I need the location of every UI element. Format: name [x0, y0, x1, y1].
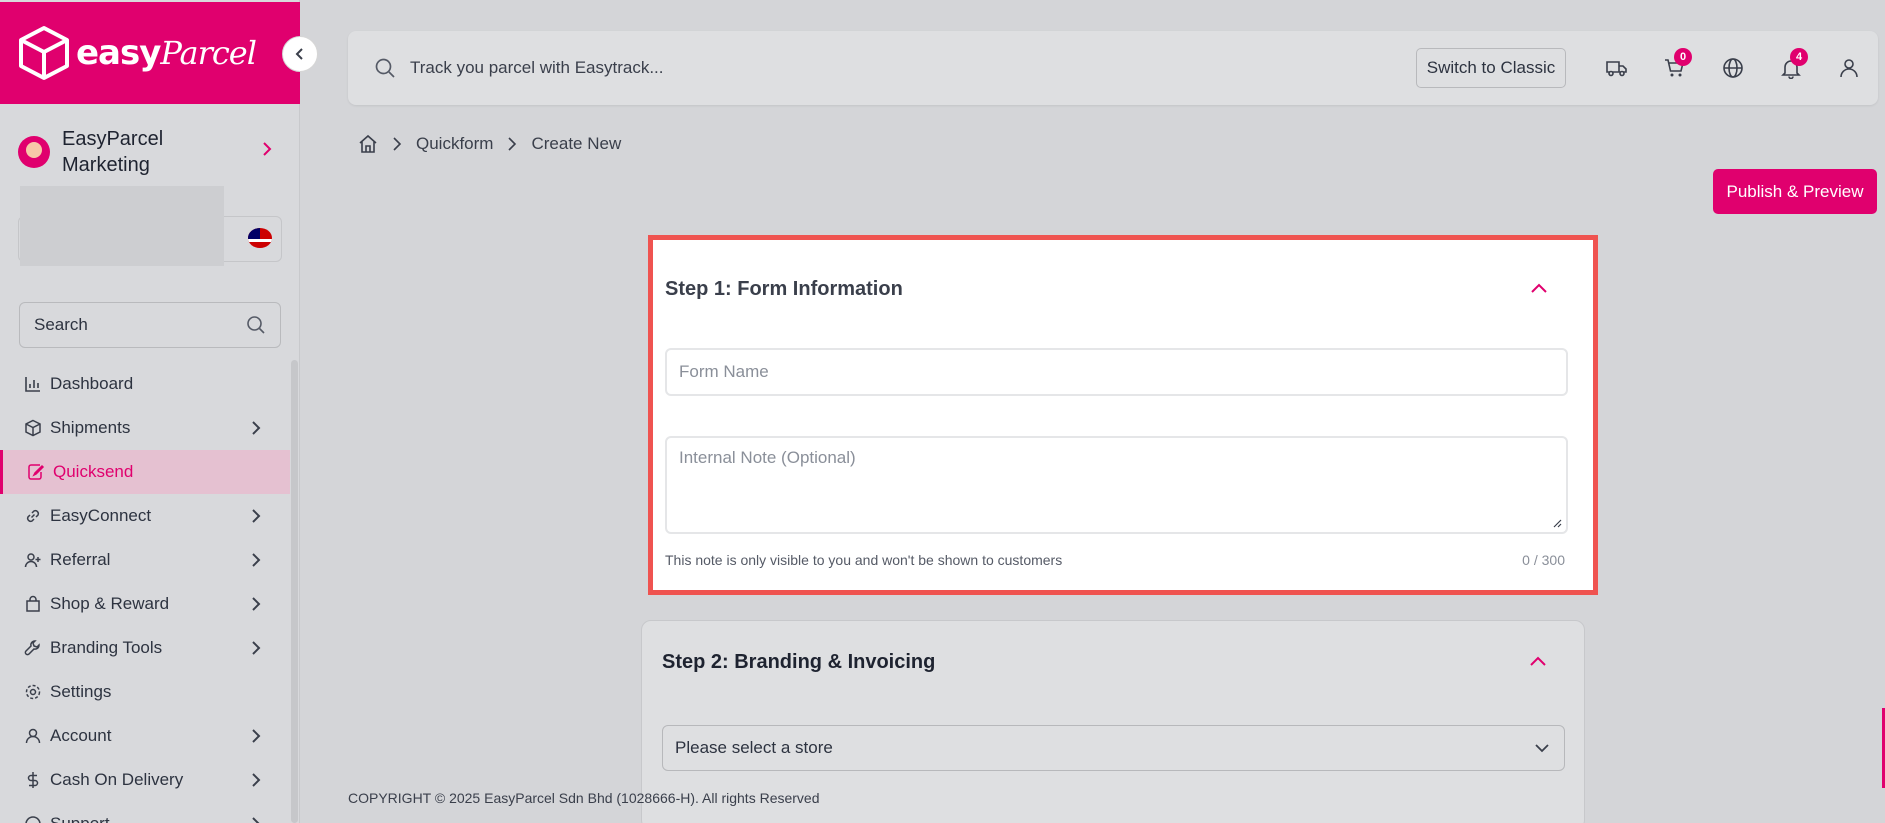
chevron-down-icon — [1535, 744, 1549, 753]
profile-name: EasyParcel Marketing — [62, 128, 164, 176]
sidebar-item-label: EasyConnect — [50, 506, 152, 525]
search-icon — [247, 316, 265, 334]
search-icon — [375, 58, 395, 78]
chevron-right-icon — [252, 421, 261, 435]
sidebar-item-quicksend[interactable]: Quicksend — [0, 450, 290, 494]
globe-icon — [1723, 58, 1743, 78]
breadcrumb-separator — [507, 136, 517, 152]
breadcrumb-separator — [392, 136, 402, 152]
sidebar-item-dashboard[interactable]: Dashboard — [0, 362, 290, 406]
chevron-up-icon[interactable] — [1529, 282, 1549, 294]
sidebar-item-label: Settings — [50, 682, 112, 701]
gear-icon — [24, 683, 42, 701]
topbar: Track you parcel with Easytrack... Switc… — [348, 31, 1878, 105]
chevron-right-icon — [263, 142, 272, 156]
note-char-count: 0 / 300 — [1522, 552, 1565, 568]
store-select-value: Please select a store — [675, 738, 833, 757]
sidebar-item-cash-on-delivery[interactable]: Cash On Delivery — [0, 758, 290, 802]
user-menu-button[interactable] — [1820, 48, 1878, 88]
sidebar-item-branding-tools[interactable]: Branding Tools — [0, 626, 290, 670]
sidebar-item-shipments[interactable]: Shipments — [0, 406, 290, 450]
internal-note-placeholder: Internal Note (Optional) — [679, 448, 856, 467]
form-name-input[interactable]: Form Name — [665, 348, 1568, 396]
breadcrumb-create-new: Create New — [531, 134, 622, 153]
sidebar-search-input[interactable]: Search — [19, 302, 281, 348]
link-icon — [24, 507, 42, 525]
redacted-block — [20, 186, 224, 266]
chevron-right-icon — [252, 553, 261, 567]
chart-icon — [24, 375, 42, 393]
user-plus-icon — [24, 551, 42, 569]
box-logo-icon — [19, 26, 69, 80]
sidebar-item-label: Support — [50, 814, 110, 823]
user-icon — [1840, 59, 1858, 78]
publish-preview-button[interactable]: Publish & Preview — [1713, 169, 1877, 214]
breadcrumb-quickform[interactable]: Quickform — [416, 134, 493, 154]
chevron-right-icon — [252, 773, 261, 787]
sidebar-item-label: Quicksend — [53, 462, 134, 481]
edit-icon — [27, 463, 45, 481]
truck-icon — [1606, 61, 1627, 77]
sidebar-item-label: Referral — [50, 550, 111, 569]
sidebar-search-placeholder: Search — [34, 315, 88, 334]
language-button[interactable] — [1704, 48, 1762, 88]
switch-to-classic-button[interactable]: Switch to Classic — [1416, 48, 1566, 88]
chevron-right-icon — [252, 597, 261, 611]
bag-icon — [24, 595, 42, 613]
sidebar-item-label: Branding Tools — [50, 638, 163, 657]
sidebar-item-settings[interactable]: Settings — [0, 670, 290, 714]
chevron-up-icon[interactable] — [1528, 655, 1548, 667]
logo-text: easyParcel — [76, 33, 257, 73]
user-icon — [24, 727, 42, 745]
sidebar-scrollbar[interactable] — [291, 360, 298, 823]
sidebar-item-label: Dashboard — [50, 374, 134, 393]
wrench-icon — [24, 639, 42, 657]
chevron-right-icon — [252, 641, 261, 655]
chevron-right-icon — [252, 729, 261, 743]
sidebar-item-label: Cash On Delivery — [50, 770, 184, 789]
resize-handle-icon[interactable] — [1552, 518, 1562, 528]
cart-button[interactable]: 0 — [1646, 48, 1704, 88]
step1-title: Step 1: Form Information — [665, 278, 903, 300]
sidebar-item-support[interactable]: Support — [0, 802, 290, 823]
dollar-icon — [24, 771, 42, 789]
logo-bar[interactable]: easyParcel — [0, 2, 300, 104]
sidebar-item-easyconnect[interactable]: EasyConnect — [0, 494, 290, 538]
sidebar-collapse-button[interactable] — [282, 36, 318, 72]
chevron-right-icon — [252, 817, 260, 823]
sidebar-nav: Dashboard Shipments Quicksend EasyConnec… — [0, 362, 290, 823]
profile-switcher[interactable]: EasyParcel Marketing — [18, 122, 280, 182]
sidebar-item-label: Shop & Reward — [50, 594, 170, 613]
truck-button[interactable] — [1588, 48, 1646, 88]
avatar — [18, 136, 50, 168]
sidebar-item-label: Shipments — [50, 418, 131, 437]
footer-copyright: COPYRIGHT © 2025 EasyParcel Sdn Bhd (102… — [348, 790, 820, 806]
support-icon — [24, 815, 42, 823]
note-help-text: This note is only visible to you and won… — [665, 552, 1063, 568]
notification-count-badge: 4 — [1790, 48, 1808, 66]
breadcrumb: Quickform Create New — [358, 134, 621, 154]
malaysia-flag-icon — [248, 228, 272, 248]
sidebar-item-label: Account — [50, 726, 112, 745]
easytrack-search-input[interactable]: Track you parcel with Easytrack... — [410, 58, 1416, 78]
sidebar-item-referral[interactable]: Referral — [0, 538, 290, 582]
sidebar-item-shop-reward[interactable]: Shop & Reward — [0, 582, 290, 626]
sidebar-item-account[interactable]: Account — [0, 714, 290, 758]
step1-form-information-card: Step 1: Form Information Form Name Inter… — [648, 235, 1598, 595]
cart-count-badge: 0 — [1674, 48, 1692, 66]
step2-title: Step 2: Branding & Invoicing — [662, 651, 936, 673]
home-icon[interactable] — [358, 134, 378, 154]
notifications-button[interactable]: 4 — [1762, 48, 1820, 88]
chevron-left-icon — [295, 48, 303, 60]
chevron-right-icon — [252, 509, 261, 523]
box-icon — [24, 419, 42, 437]
internal-note-textarea[interactable]: Internal Note (Optional) — [665, 436, 1568, 534]
sidebar: easyParcel EasyParcel Marketing Search D… — [0, 0, 318, 823]
store-select[interactable]: Please select a store — [662, 725, 1565, 771]
